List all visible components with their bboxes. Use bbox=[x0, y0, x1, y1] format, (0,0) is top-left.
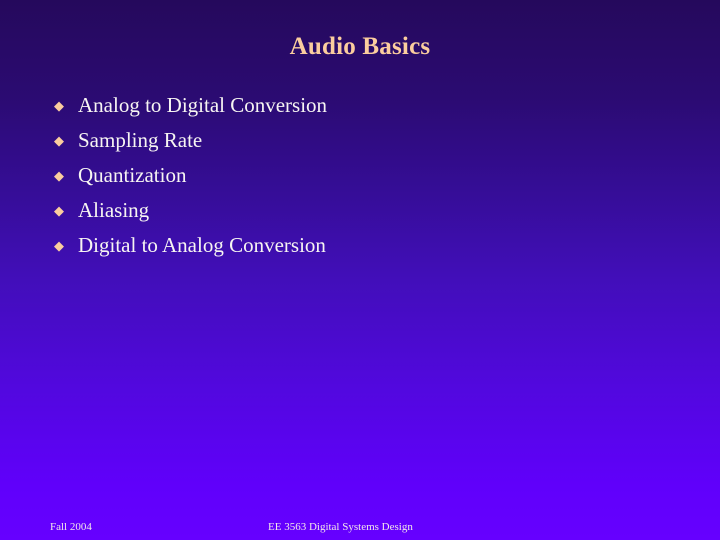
presentation-slide: Audio Basics ◆ Analog to Digital Convers… bbox=[0, 0, 720, 540]
list-item[interactable]: ◆ Quantization bbox=[50, 158, 670, 193]
bullet-item-label: Analog to Digital Conversion bbox=[78, 93, 328, 117]
bullet-item-label: Sampling Rate bbox=[78, 128, 203, 152]
diamond-bullet-icon: ◆ bbox=[54, 133, 64, 148]
bullet-list: ◆ Analog to Digital Conversion ◆ Samplin… bbox=[50, 88, 670, 263]
list-item[interactable]: ◆ Sampling Rate bbox=[50, 123, 670, 158]
list-item[interactable]: ◆ Analog to Digital Conversion bbox=[50, 88, 670, 123]
bullet-item-label: Quantization bbox=[78, 163, 187, 187]
bullet-item-label: Digital to Analog Conversion bbox=[78, 233, 326, 257]
footer-course-label: EE 3563 Digital Systems Design bbox=[268, 521, 413, 533]
diamond-bullet-icon: ◆ bbox=[54, 203, 64, 218]
footer-term-label: Fall 2004 bbox=[50, 521, 92, 533]
diamond-bullet-icon: ◆ bbox=[54, 98, 64, 113]
slide-title: Audio Basics bbox=[289, 33, 431, 60]
diamond-bullet-icon: ◆ bbox=[54, 168, 64, 183]
list-item[interactable]: ◆ Digital to Analog Conversion bbox=[50, 228, 670, 263]
list-item[interactable]: ◆ Aliasing bbox=[50, 193, 670, 228]
diamond-bullet-icon: ◆ bbox=[54, 238, 64, 253]
bullet-item-label: Aliasing bbox=[78, 198, 150, 222]
slide-footer: Fall 2004 EE 3563 Digital Systems Design bbox=[0, 518, 720, 536]
